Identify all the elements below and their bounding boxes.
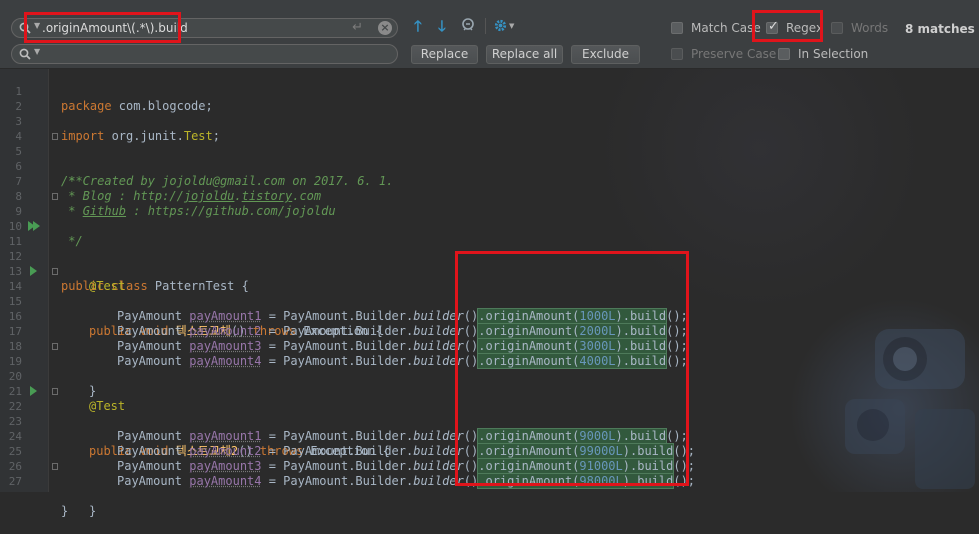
code-editor[interactable]: 1 package com.blogcode; 2 3 import org.j… [0,69,979,492]
checkbox-box[interactable]: ✓ [766,22,778,34]
search-input[interactable] [42,20,342,36]
new-line-icon[interactable]: ↵ [352,20,363,35]
code-line[interactable]: 9 */ [0,189,979,204]
code-line[interactable]: 1 package com.blogcode; [0,69,979,84]
code-line[interactable]: 19 } [0,339,979,354]
code-line[interactable]: 12 [0,234,979,249]
code-line[interactable]: 21 @Test [0,369,979,384]
next-occurrence-icon[interactable]: 🡓 [438,16,446,41]
code-line[interactable]: 24 PayAmount payAmount2 = PayAmount.Buil… [0,414,979,429]
fold-icon[interactable] [52,193,58,200]
in-selection-label: In Selection [798,47,868,61]
fold-icon[interactable] [52,388,58,395]
match-case-label: Match Case [691,21,761,35]
previous-occurrence-icon[interactable]: 🡑 [414,16,422,41]
code-line[interactable]: 2 [0,84,979,99]
code-line[interactable]: 11 public class PatternTest { [0,219,979,234]
replace-button[interactable]: Replace [411,45,478,64]
find-replace-bar: ▼ ↵ × ▼ 🡑 🡓 ▼ Replace Replace all Exclud… [0,0,979,69]
fold-icon[interactable] [52,268,58,275]
checkbox-box[interactable] [671,22,683,34]
code-line[interactable]: 16 PayAmount payAmount2 = PayAmount.Buil… [0,294,979,309]
code-line[interactable]: 27 } [0,459,979,474]
select-all-occurrences-icon[interactable] [461,17,477,33]
clear-search-icon[interactable]: × [378,21,392,35]
preserve-case-label: Preserve Case [691,47,776,61]
run-test-icon[interactable] [30,386,37,396]
code-line[interactable]: 10 [0,204,979,219]
exclude-button[interactable]: Exclude [571,45,640,64]
code-line[interactable]: 20 [0,354,979,369]
chevron-down-icon[interactable]: ▼ [509,22,514,30]
code-text: } [61,504,68,519]
replace-all-button[interactable]: Replace all [486,45,563,64]
search-field[interactable]: ▼ ↵ × [11,18,398,38]
checkmark-icon: ✓ [768,19,779,34]
code-line[interactable]: 4 [0,114,979,129]
code-line[interactable]: 26 PayAmount payAmount4 = PayAmount.Buil… [0,444,979,459]
fold-icon[interactable] [52,463,58,470]
code-line[interactable]: 13 @Test [0,249,979,264]
replace-input[interactable] [42,46,342,62]
code-line[interactable]: 25 PayAmount payAmount3 = PayAmount.Buil… [0,429,979,444]
checkbox-box[interactable] [671,48,683,60]
gear-icon[interactable] [493,18,508,33]
fold-icon[interactable] [52,133,58,140]
code-line[interactable]: 17 PayAmount payAmount3 = PayAmount.Buil… [0,309,979,324]
code-line[interactable]: 8 * Github : https://github.com/jojoldu [0,174,979,189]
run-test-icon[interactable] [30,266,37,276]
toolbar-divider [485,18,486,34]
words-label: Words [851,21,888,35]
search-icon[interactable] [19,48,31,60]
code-line[interactable]: 5 /** [0,129,979,144]
code-line[interactable]: 3 import org.junit.Test; [0,99,979,114]
checkbox-box[interactable] [831,22,843,34]
history-dropdown-icon[interactable]: ▼ [34,21,40,30]
checkbox-box[interactable] [778,48,790,60]
code-text: } [89,504,96,519]
run-tests-icon[interactable] [33,221,40,231]
code-line[interactable]: 22 public void 텍스트교체2() throws Exception… [0,384,979,399]
regex-label: Regex [786,21,823,35]
replace-field[interactable]: ▼ [11,44,398,64]
code-line[interactable]: 18 PayAmount payAmount4 = PayAmount.Buil… [0,324,979,339]
match-count: 8 matches [905,22,975,36]
code-line[interactable]: 6 * Created by jojoldu@gmail.com on 2017… [0,144,979,159]
code-line[interactable]: } [0,474,979,489]
fold-icon[interactable] [52,343,58,350]
code-line[interactable]: 14 public void 텍스트교체() throws Exception … [0,264,979,279]
search-icon[interactable] [19,22,31,34]
code-line[interactable]: 7 * Blog : http://jojoldu.tistory.com [0,159,979,174]
history-dropdown-icon[interactable]: ▼ [34,47,40,56]
code-line[interactable]: 23 PayAmount payAmount1 = PayAmount.Buil… [0,399,979,414]
code-line[interactable]: 15 PayAmount payAmount1 = PayAmount.Buil… [0,279,979,294]
